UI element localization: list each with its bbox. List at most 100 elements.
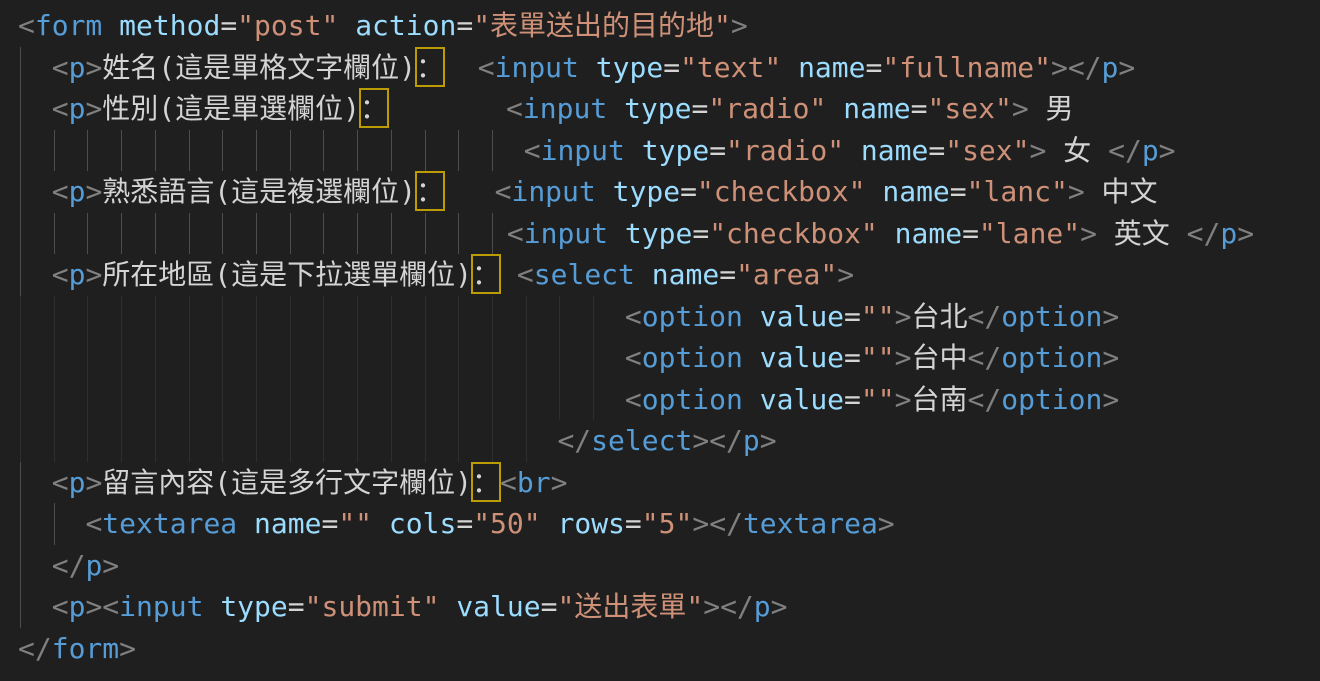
indent-guide: [425, 213, 426, 255]
indent-guide: [425, 337, 426, 379]
indent-guide: [87, 296, 88, 338]
code-token: =: [456, 507, 473, 540]
indent-guide: [87, 130, 88, 172]
indent-guide: [357, 420, 358, 462]
code-line[interactable]: </p>: [18, 545, 1320, 587]
code-token: 男: [1029, 92, 1074, 125]
indent-guide: [357, 337, 358, 379]
code-token: type: [596, 51, 663, 84]
code-token: [372, 507, 389, 540]
code-token: <: [52, 92, 69, 125]
indent-guide: [526, 379, 527, 421]
code-line[interactable]: <p>熟悉語言(這是複選欄位)： <input type="checkbox" …: [18, 171, 1320, 213]
leading-whitespace: [18, 175, 52, 208]
code-token: <: [524, 134, 541, 167]
code-line[interactable]: <option value="">台北</option>: [18, 296, 1320, 338]
code-line[interactable]: <p><input type="submit" value="送出表單"></p…: [18, 586, 1320, 628]
indent-guide: [458, 379, 459, 421]
code-token: [878, 217, 895, 250]
indent-guide: [391, 337, 392, 379]
leading-whitespace: [500, 258, 517, 291]
indent-guide: [155, 130, 156, 172]
code-line[interactable]: <p>留言內容(這是多行文字欄位)：<br>: [18, 462, 1320, 504]
indent-guide: [593, 296, 594, 338]
code-line[interactable]: <p>性別(這是單選欄位)： <input type="radio" name=…: [18, 88, 1320, 130]
code-token: =: [719, 258, 736, 291]
code-line[interactable]: <option value="">台中</option>: [18, 337, 1320, 379]
indent-guide: [458, 337, 459, 379]
code-token: option: [1001, 341, 1102, 374]
indent-guide: [54, 503, 55, 545]
code-token: >: [85, 258, 102, 291]
code-token: >: [1237, 217, 1254, 250]
code-token: >: [895, 341, 912, 374]
code-line[interactable]: <p>姓名(這是單格文字欄位)： <input type="text" name…: [18, 47, 1320, 89]
code-token: =: [288, 590, 305, 623]
code-token: </: [968, 341, 1002, 374]
indent-guide: [121, 420, 122, 462]
code-line[interactable]: </form>: [18, 628, 1320, 670]
code-token: name: [895, 217, 962, 250]
indent-guide: [222, 420, 223, 462]
code-token: =: [321, 507, 338, 540]
indent-guide: [290, 213, 291, 255]
code-token: =: [844, 383, 861, 416]
code-token: [102, 9, 119, 42]
code-token: <: [52, 590, 69, 623]
code-token: option: [1001, 300, 1102, 333]
code-token: 中文: [1085, 175, 1158, 208]
code-token: select: [534, 258, 635, 291]
indent-guide: [87, 379, 88, 421]
indent-guide: [189, 213, 190, 255]
code-token: option: [642, 300, 743, 333]
code-token: name: [861, 134, 928, 167]
code-line[interactable]: <input type="checkbox" name="lane"> 英文 <…: [18, 213, 1320, 255]
indent-guide: [256, 213, 257, 255]
unicode-highlight-colon: ：: [416, 51, 444, 84]
code-token: p: [69, 175, 86, 208]
code-token: form: [35, 9, 102, 42]
code-line[interactable]: <p>所在地區(這是下拉選單欄位)： <select name="area">: [18, 254, 1320, 296]
code-token: [607, 92, 624, 125]
code-token: action: [355, 9, 456, 42]
indent-guide: [20, 379, 21, 421]
code-token: =: [962, 217, 979, 250]
indent-guide: [559, 296, 560, 338]
code-token: >: [760, 424, 777, 457]
leading-whitespace: [18, 341, 625, 374]
code-token: input: [523, 92, 607, 125]
code-token: "": [861, 300, 895, 333]
indent-guide: [222, 379, 223, 421]
code-token: p: [1102, 51, 1119, 84]
code-token: p: [754, 590, 771, 623]
code-line[interactable]: <textarea name="" cols="50" rows="5"></t…: [18, 503, 1320, 545]
indent-guide: [121, 337, 122, 379]
code-line[interactable]: <input type="radio" name="sex"> 女 </p>: [18, 130, 1320, 172]
code-token: [743, 341, 760, 374]
code-editor[interactable]: <form method="post" action="表單送出的目的地"> <…: [0, 0, 1320, 681]
code-token: >: [119, 632, 136, 665]
code-line[interactable]: </select></p>: [18, 420, 1320, 462]
code-token: "": [861, 341, 895, 374]
code-line[interactable]: <option value="">台南</option>: [18, 379, 1320, 421]
code-line[interactable]: <form method="post" action="表單送出的目的地">: [18, 5, 1320, 47]
code-token: </: [1108, 134, 1142, 167]
code-token: textarea: [743, 507, 878, 540]
indent-guide: [290, 379, 291, 421]
indent-guide: [54, 337, 55, 379]
code-token: >: [731, 9, 748, 42]
unicode-highlight-colon: ：: [360, 92, 388, 125]
indent-guide: [391, 379, 392, 421]
code-token: "表單送出的目的地": [473, 9, 731, 42]
code-token: [844, 134, 861, 167]
code-token: >: [85, 51, 102, 84]
indent-guide: [559, 379, 560, 421]
indent-guide: [256, 296, 257, 338]
indent-guide: [391, 130, 392, 172]
code-token: >: [1012, 92, 1029, 125]
code-token: "post": [237, 9, 338, 42]
code-token: p: [69, 51, 86, 84]
indent-guide: [458, 213, 459, 255]
leading-whitespace: [18, 51, 52, 84]
code-token: type: [613, 175, 680, 208]
